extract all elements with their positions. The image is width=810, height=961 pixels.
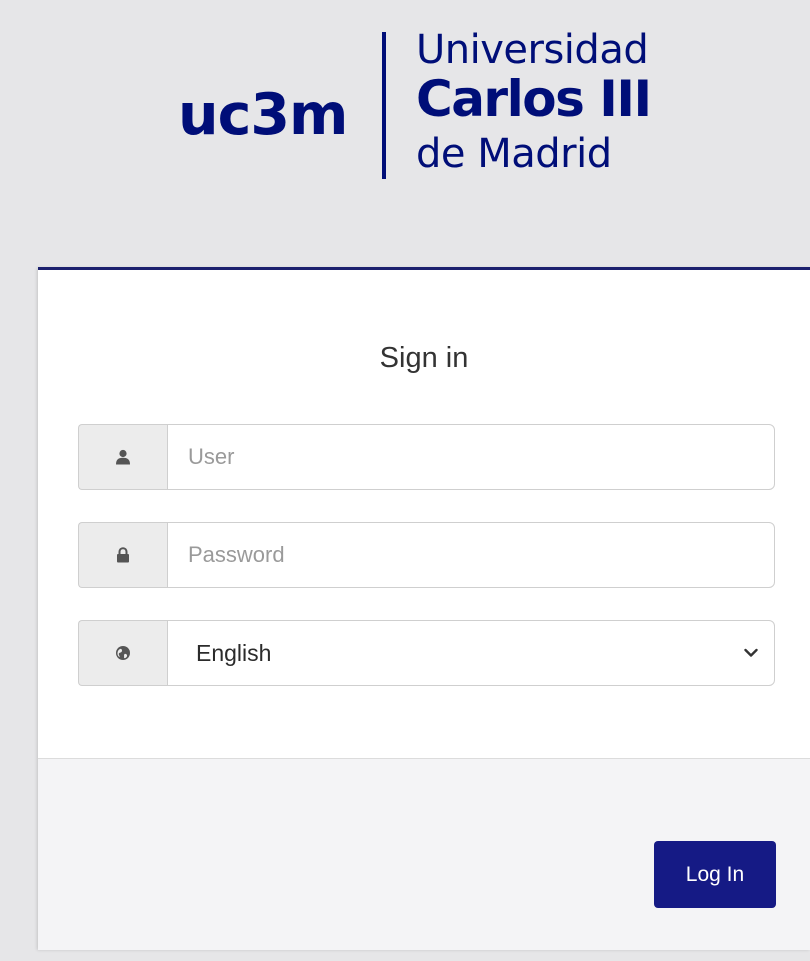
logo-line-universidad: Universidad — [416, 27, 649, 73]
logo-line-carlos: Carlos III — [416, 70, 652, 128]
header: uc3m Universidad Carlos III de Madrid — [0, 0, 810, 268]
logo-line-madrid: de Madrid — [416, 131, 612, 177]
password-input-group — [78, 522, 775, 588]
university-logo: uc3m Universidad Carlos III de Madrid — [178, 30, 678, 180]
password-field[interactable] — [167, 522, 775, 588]
user-field[interactable] — [167, 424, 775, 490]
sign-in-title: Sign in — [379, 342, 469, 374]
login-card: Sign in User English Log In — [38, 267, 810, 950]
user-addon — [78, 424, 167, 490]
chevron-down-icon — [744, 648, 758, 657]
language-select[interactable]: English — [167, 620, 775, 686]
password-addon — [78, 522, 167, 588]
login-card-body: Sign in User English — [38, 270, 810, 758]
logo-mark: uc3m — [178, 82, 348, 148]
log-in-button[interactable]: Log In — [654, 841, 776, 908]
user-icon — [116, 449, 130, 465]
globe-icon — [116, 646, 130, 660]
language-selected-value: English — [196, 639, 272, 666]
language-addon — [78, 620, 167, 686]
user-input-group — [78, 424, 775, 490]
language-input-group: English — [78, 620, 775, 686]
logo-divider — [382, 32, 386, 179]
lock-icon — [117, 547, 129, 563]
login-card-footer: Log In — [38, 758, 810, 950]
